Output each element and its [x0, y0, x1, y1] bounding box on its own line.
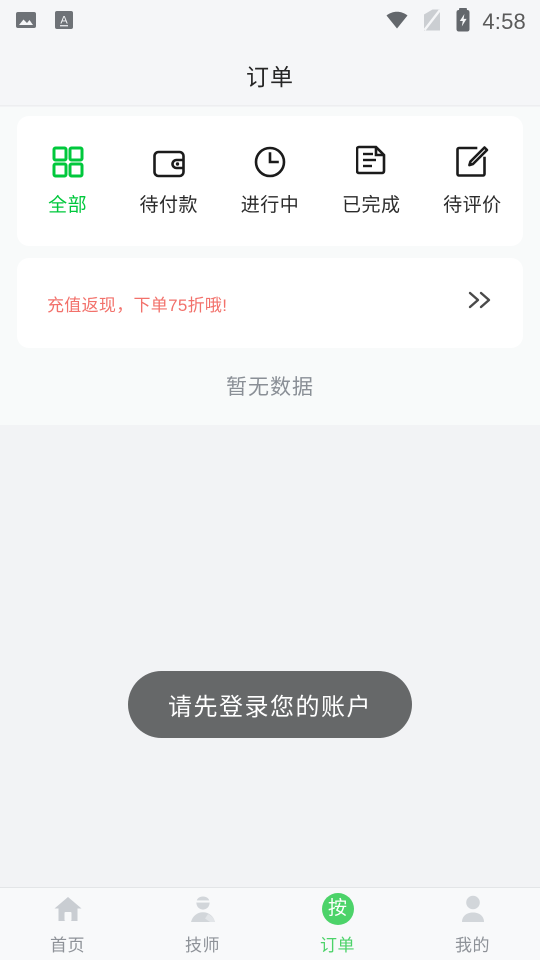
- input-method-a-icon: A: [52, 8, 76, 37]
- tab-all[interactable]: 全部: [17, 145, 118, 217]
- nav-item-profile[interactable]: 我的: [405, 888, 540, 960]
- page-header: 订单: [0, 44, 540, 106]
- tab-in-progress[interactable]: 进行中: [219, 145, 320, 217]
- wifi-icon: [384, 7, 410, 38]
- empty-state-text: 暂无数据: [226, 376, 314, 399]
- promo-banner[interactable]: 充值返现，下单75折哦!: [17, 258, 523, 348]
- status-bar-clock: 4:58: [482, 9, 526, 34]
- order-badge-character: 按: [321, 892, 354, 925]
- promo-banner-text: 充值返现，下单75折哦!: [47, 295, 228, 315]
- tab-pending-payment[interactable]: 待付款: [118, 145, 219, 217]
- tab-in-progress-label: 进行中: [240, 195, 300, 216]
- svg-text:A: A: [60, 14, 68, 26]
- tab-pending-review[interactable]: 待评价: [422, 145, 523, 217]
- clock-icon: [253, 145, 287, 179]
- nav-item-orders-label: 订单: [320, 935, 355, 955]
- tab-all-label: 全部: [48, 195, 88, 216]
- order-screen: A 4:58 订单 全部 待付款 进行中 已完成 待评价 充值返现，下单75折哦…: [0, 0, 540, 960]
- technician-icon: [188, 893, 218, 925]
- edit-icon: [455, 145, 489, 179]
- content-lower-bg: [0, 425, 540, 887]
- bottom-nav: 首页 技师 按 订单 我的: [0, 887, 540, 960]
- status-bar: A 4:58: [0, 0, 540, 44]
- tab-completed-label: 已完成: [341, 195, 401, 216]
- status-bar-right: 4:58: [384, 7, 526, 38]
- tab-completed[interactable]: 已完成: [321, 145, 422, 217]
- tab-pending-payment-label: 待付款: [139, 195, 199, 216]
- nav-item-profile-label: 我的: [455, 935, 490, 955]
- document-icon: [356, 145, 386, 179]
- login-toast: 请先登录您的账户: [128, 671, 412, 738]
- no-sim-icon: [420, 7, 444, 38]
- tab-pending-review-label: 待评价: [443, 195, 502, 216]
- nav-item-home-label: 首页: [50, 935, 85, 955]
- image-notification-icon: [14, 8, 38, 37]
- grid-icon: [51, 145, 85, 179]
- wallet-icon: [152, 145, 186, 179]
- order-status-tabs: 全部 待付款 进行中 已完成 待评价: [17, 116, 523, 246]
- order-badge-icon: 按: [321, 892, 354, 925]
- double-chevron-right-icon: [462, 288, 496, 319]
- nav-item-technician-label: 技师: [185, 935, 220, 955]
- content-area: 全部 待付款 进行中 已完成 待评价 充值返现，下单75折哦! 暂无数据 请先登…: [0, 107, 540, 887]
- nav-item-orders[interactable]: 按 订单: [270, 888, 405, 960]
- status-bar-left: A: [14, 8, 76, 37]
- battery-charging-icon: [454, 7, 472, 38]
- nav-item-home[interactable]: 首页: [0, 888, 135, 960]
- profile-icon: [459, 893, 487, 925]
- page-title: 订单: [246, 63, 294, 90]
- nav-item-technician[interactable]: 技师: [135, 888, 270, 960]
- home-icon: [52, 893, 84, 925]
